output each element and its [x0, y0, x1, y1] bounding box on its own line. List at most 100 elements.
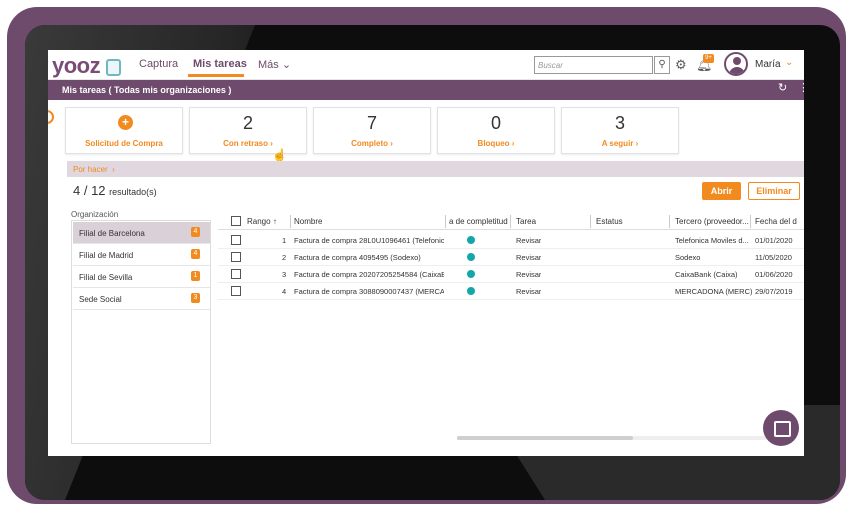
gear-icon[interactable]: ⚙	[675, 57, 687, 73]
nav-mis-tareas[interactable]: Mis tareas	[193, 58, 247, 70]
table-row[interactable]: 4 Factura de compra 3088090007437 (MERCA…	[218, 283, 804, 300]
row-rank: 3	[282, 270, 287, 279]
org-name: Filial de Madrid	[79, 251, 134, 260]
scrollbar-thumb[interactable]	[457, 436, 633, 440]
search-icon[interactable]: ⚲	[654, 56, 670, 74]
card-con-retraso[interactable]: 2 Con retraso ›	[189, 107, 307, 154]
table-row[interactable]: 2 Factura de compra 4095495 (Sodexo) Rev…	[218, 249, 804, 266]
column-tercero[interactable]: Tercero (proveedor...	[675, 217, 749, 226]
table-row[interactable]: 3 Factura de compra 20207205254584 (Caix…	[218, 266, 804, 283]
card-label-text: Bloqueo	[477, 139, 510, 148]
row-third-party: Sodexo	[675, 253, 701, 262]
column-divider[interactable]	[510, 215, 511, 228]
section-por-hacer[interactable]: Por hacer ›	[67, 161, 804, 177]
avatar-icon[interactable]	[724, 52, 748, 76]
column-estatus[interactable]: Estatus	[596, 217, 623, 226]
sort-up-icon: ↑	[272, 217, 277, 226]
column-divider[interactable]	[290, 215, 291, 228]
table-row[interactable]: 1 Factura de compra 28L0U1096461 (Telefo…	[218, 232, 804, 249]
organization-label: Organización	[71, 210, 119, 219]
row-rank: 4	[282, 287, 287, 296]
column-divider[interactable]	[669, 215, 670, 228]
column-divider[interactable]	[590, 215, 591, 228]
org-item-madrid[interactable]: Filial de Madrid 4	[73, 244, 210, 266]
column-divider[interactable]	[750, 215, 751, 228]
search-input[interactable]: Buscar	[534, 56, 653, 74]
row-date: 01/01/2020	[755, 236, 793, 245]
card-solicitud-compra[interactable]: + Solicitud de Compra	[65, 107, 183, 154]
row-checkbox[interactable]	[231, 235, 241, 245]
org-count-badge: 3	[191, 293, 200, 303]
logo-document-icon	[106, 59, 121, 76]
row-third-party: MERCADONA (MERC)	[675, 287, 752, 296]
mouse-cursor-icon: ☝	[272, 148, 287, 162]
row-task: Revisar	[516, 287, 542, 296]
delete-button[interactable]: Eliminar	[748, 182, 800, 200]
side-toggle-icon[interactable]	[48, 110, 54, 124]
results-number: 4 / 12	[73, 183, 106, 198]
nav-mas[interactable]: Más ⌄	[258, 58, 291, 71]
user-name[interactable]: María	[755, 59, 781, 70]
organization-list: Filial de Barcelona 4 Filial de Madrid 4 F…	[71, 220, 211, 444]
org-count-badge: 1	[191, 271, 200, 281]
chevron-down-icon[interactable]: ⌄	[785, 57, 793, 68]
card-bloqueo[interactable]: 0 Bloqueo ›	[437, 107, 555, 154]
row-task: Revisar	[516, 236, 542, 245]
org-item-sede-social[interactable]: Sede Social 3	[73, 288, 210, 310]
row-third-party: CaixaBank (Caixa)	[675, 270, 738, 279]
card-value: 7	[366, 113, 377, 133]
row-rank: 1	[282, 236, 287, 245]
select-all-checkbox[interactable]	[231, 216, 241, 226]
row-name: Factura de compra 4095495 (Sodexo)	[294, 253, 421, 262]
section-label: Por hacer	[73, 165, 108, 174]
column-tarea[interactable]: Tarea	[516, 217, 536, 226]
card-label-text: A seguir	[601, 139, 634, 148]
row-name: Factura de compra 28L0U1096461 (Telefoni…	[294, 236, 444, 245]
plus-icon: +	[118, 115, 133, 130]
page-title: Mis tareas ( Todas mis organizaciones )	[48, 80, 804, 100]
row-date: 01/06/2020	[755, 270, 793, 279]
chat-icon[interactable]	[763, 410, 799, 446]
column-label: Rango	[247, 217, 271, 226]
row-checkbox[interactable]	[231, 286, 241, 296]
column-fecha[interactable]: Fecha del d	[755, 217, 804, 226]
org-name: Sede Social	[79, 295, 122, 304]
row-date: 29/07/2019	[755, 287, 793, 296]
refresh-icon[interactable]: ↻	[778, 81, 787, 94]
org-name: Filial de Barcelona	[79, 229, 145, 238]
org-item-sevilla[interactable]: Filial de Sevilla 1	[73, 266, 210, 288]
menu-dots-icon[interactable]: ⋮	[798, 81, 804, 94]
card-value: 0	[490, 113, 501, 133]
card-label: A seguir ›	[601, 139, 639, 148]
nav-captura[interactable]: Captura	[139, 58, 178, 70]
row-third-party: Telefonica Moviles d...	[675, 236, 749, 245]
completeness-status-icon	[467, 270, 475, 278]
card-completo[interactable]: 7 Completo ›	[313, 107, 431, 154]
card-label: Solicitud de Compra	[85, 139, 163, 148]
results-count: 4 / 12 resultado(s)	[73, 183, 157, 198]
nav-mas-label: Más	[258, 59, 279, 71]
org-count-badge: 4	[191, 249, 200, 259]
app-screen: yooz Captura Mis tareas Más ⌄ Buscar ⚲ ⚙…	[48, 50, 804, 456]
card-a-seguir[interactable]: 3 A seguir ›	[561, 107, 679, 154]
completeness-status-icon	[467, 236, 475, 244]
open-button[interactable]: Abrir	[702, 182, 741, 200]
org-count-badge: 4	[191, 227, 200, 237]
notification-badge: 9+	[703, 54, 714, 63]
yooz-logo[interactable]: yooz	[52, 53, 101, 79]
card-label: Con retraso ›	[223, 139, 273, 148]
column-completitud[interactable]: a de completitud	[449, 217, 509, 226]
org-name: Filial de Sevilla	[79, 273, 133, 282]
row-checkbox[interactable]	[231, 269, 241, 279]
card-value: 2	[242, 113, 253, 133]
completeness-status-icon	[467, 287, 475, 295]
card-label-text: Completo	[351, 139, 388, 148]
column-nombre[interactable]: Nombre	[294, 217, 322, 226]
row-name: Factura de compra 20207205254584 (CaixaB…	[294, 270, 444, 279]
org-item-barcelona[interactable]: Filial de Barcelona 4	[73, 222, 210, 244]
row-checkbox[interactable]	[231, 252, 241, 262]
results-label: resultado(s)	[109, 187, 157, 197]
column-divider[interactable]	[445, 215, 446, 228]
column-rango[interactable]: Rango ↑	[247, 217, 277, 226]
top-navigation: yooz Captura Mis tareas Más ⌄ Buscar ⚲ ⚙…	[48, 50, 804, 80]
